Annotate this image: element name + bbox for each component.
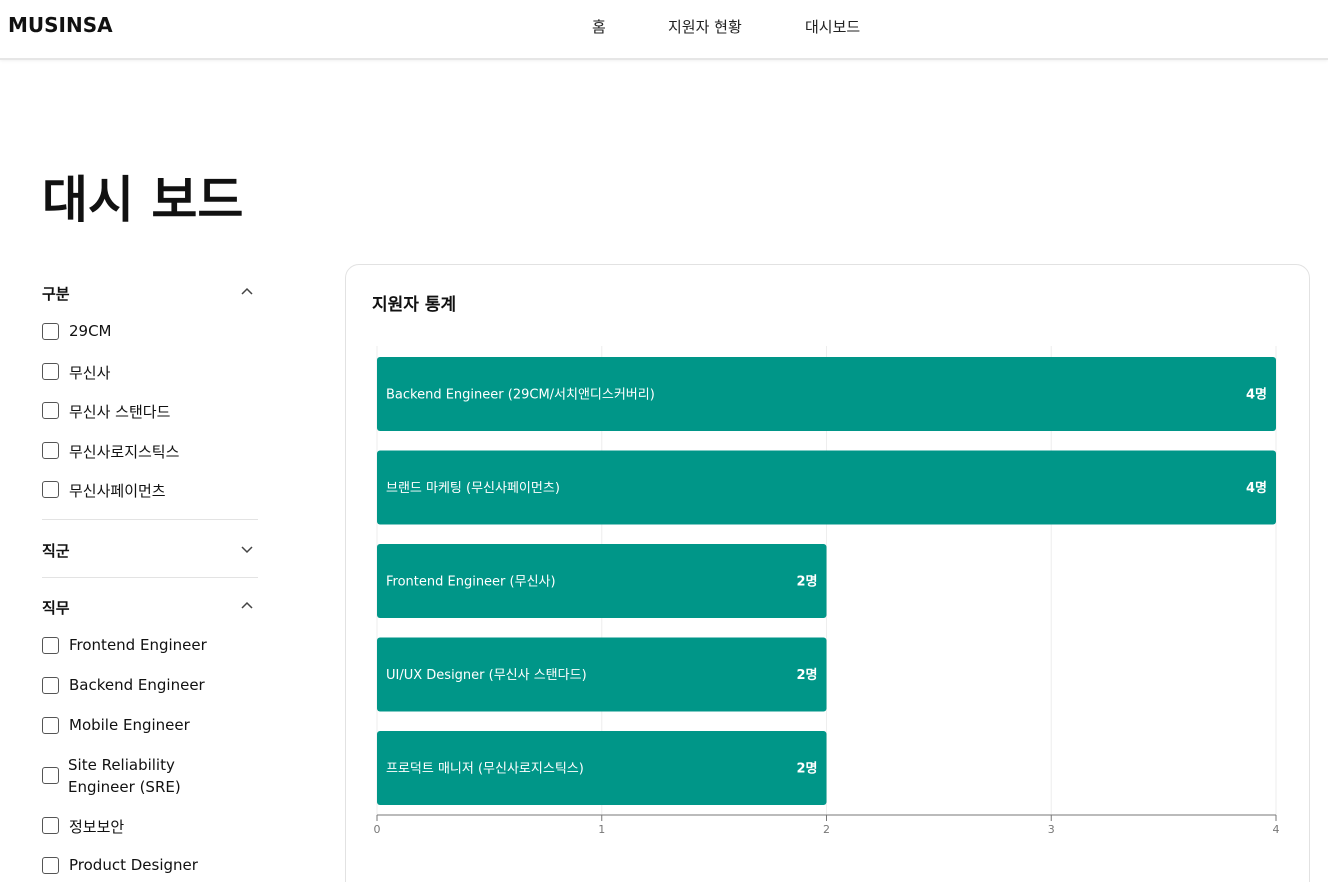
checkbox[interactable] [42,323,59,340]
filter-option-musinsa-payments[interactable]: 무신사페이먼츠 [42,478,258,502]
filter-option-label: Mobile Engineer [69,716,190,734]
filter-job-title: 직무 [42,599,70,617]
filter-option-label: Site Reliability Engineer (SRE) [68,756,181,796]
filter-job-header[interactable]: 직무 [42,592,258,620]
filter-option-label: 무신사페이먼츠 [69,482,166,500]
filter-option-label: Backend Engineer [69,676,205,694]
filter-option-musinsa[interactable]: 무신사 [42,360,258,384]
x-tick-label: 3 [1048,823,1055,836]
bar-category-label: Frontend Engineer (무신사) [386,575,556,590]
x-tick-label: 4 [1273,823,1280,836]
filter-category-title: 구분 [42,285,70,303]
checkbox[interactable] [42,677,59,694]
musinsa-logo[interactable]: MUSINSA [8,13,113,37]
filter-option-musinsa-logistics[interactable]: 무신사로지스틱스 [42,439,258,463]
chevron-down-icon [241,546,253,554]
filter-option-29cm[interactable]: 29CM [42,320,258,344]
filter-job-group-title: 직군 [42,542,70,560]
checkbox[interactable] [42,363,59,380]
filter-option-label: 무신사 [69,364,111,382]
x-tick-label: 2 [823,823,830,836]
page-title: 대시 보드 [42,171,244,229]
bar-value-label: 4명 [1246,387,1267,403]
card-title: 지원자 통계 [372,295,457,315]
checkbox[interactable] [42,402,59,419]
x-tick-label: 0 [374,823,381,836]
bar-category-label: 프로덕트 매니저 (무신사로지스틱스) [386,762,584,777]
bar-category-label: 브랜드 마케팅 (무신사페이먼츠) [386,481,560,496]
filter-option-musinsa-standard[interactable]: 무신사 스탠다드 [42,399,258,423]
divider [42,577,258,578]
bar-category-label: Backend Engineer (29CM/서치앤디스커버리) [386,388,655,403]
bar-category-label: UI/UX Designer (무신사 스탠다드) [386,668,587,683]
bar-value-label: 2명 [796,574,817,590]
checkbox[interactable] [42,857,59,874]
checkbox[interactable] [42,767,59,784]
nav-home[interactable]: 홈 [592,16,606,37]
checkbox[interactable] [42,481,59,498]
filter-option-sre[interactable]: Site Reliability Engineer (SRE) [42,756,258,796]
filter-option-label: 무신사로지스틱스 [69,443,180,461]
top-header: MUSINSA 홈 지원자 현황 대시보드 [0,0,1328,60]
checkbox[interactable] [42,442,59,459]
checkbox[interactable] [42,637,59,654]
checkbox[interactable] [42,817,59,834]
x-tick-label: 1 [598,823,605,836]
bar-value-label: 2명 [796,667,817,683]
nav-dashboard[interactable]: 대시보드 [805,16,860,37]
filter-option-label: Frontend Engineer [69,636,207,654]
filter-job-group-header[interactable]: 직군 [42,535,258,563]
divider [42,519,258,520]
filter-option-label: 정보보안 [69,818,125,836]
chevron-up-icon [241,601,253,609]
filter-option-label: Product Designer [69,856,198,874]
filter-option-product-designer[interactable]: Product Designer [42,854,258,878]
filter-option-security[interactable]: 정보보안 [42,814,258,838]
chevron-up-icon [241,287,253,295]
filter-option-mobile[interactable]: Mobile Engineer [42,714,258,738]
nav-applicants[interactable]: 지원자 현황 [668,16,742,37]
checkbox[interactable] [42,717,59,734]
filter-option-backend[interactable]: Backend Engineer [42,674,258,698]
bar-value-label: 4명 [1246,480,1267,496]
filter-category-header[interactable]: 구분 [42,278,258,306]
bar-value-label: 2명 [796,761,817,777]
filter-option-frontend[interactable]: Frontend Engineer [42,634,258,658]
filter-option-label: 무신사 스탠다드 [69,403,171,421]
filter-option-label: 29CM [69,322,112,340]
